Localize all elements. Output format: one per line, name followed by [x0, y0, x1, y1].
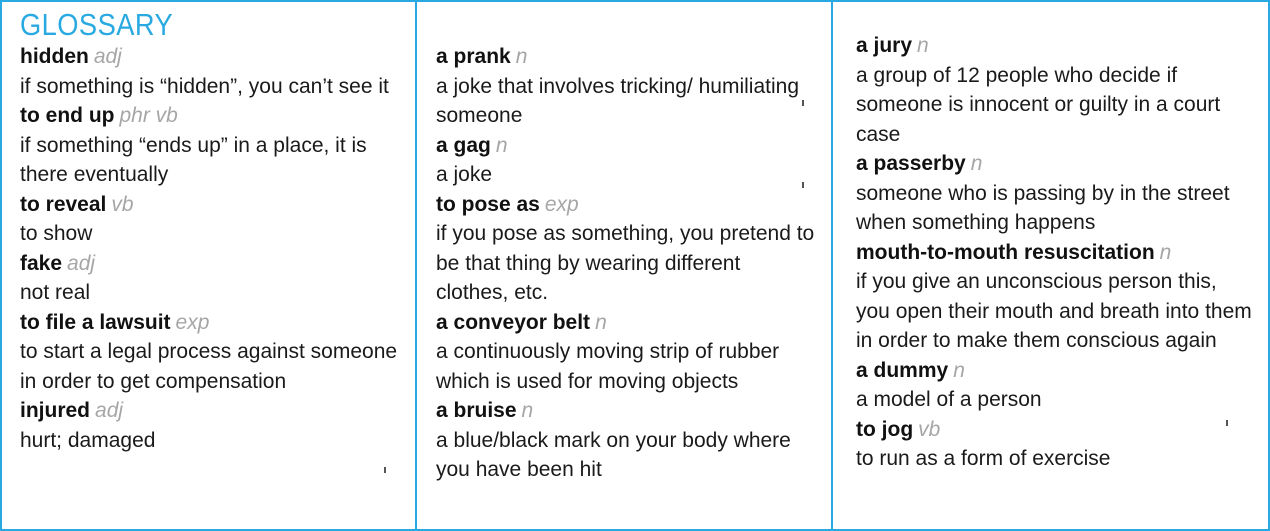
term-line: a conveyor belt n [436, 308, 816, 338]
term-line: to end up phr vb [20, 101, 405, 131]
entry-list: a jury n a group of 12 people who decide i… [856, 31, 1268, 474]
part-of-speech: vb [918, 417, 941, 441]
print-speck [802, 100, 804, 106]
glossary-term: to pose as [436, 192, 540, 216]
glossary-entry: a conveyor belt n a continuously moving st… [436, 308, 831, 397]
glossary-term: a gag [436, 133, 491, 157]
glossary-entry: a prank n a joke that involves tricking/ h… [436, 42, 831, 131]
print-speck [1226, 420, 1228, 426]
part-of-speech: n [970, 152, 983, 175]
glossary-entry: a bruise n a blue/black mark on your body … [436, 396, 831, 485]
glossary-entry: fake adj not real [20, 249, 415, 308]
glossary-definition: hurt; damaged [20, 428, 156, 452]
glossary-entry: injured adj hurt; damaged [20, 396, 415, 455]
print-speck [384, 467, 386, 473]
glossary-panel: GLOSSARY hidden adj if something is “hidde… [0, 0, 1270, 531]
term-line: a dummy n [856, 356, 1256, 386]
part-of-speech: exp [175, 310, 210, 334]
glossary-term: injured [20, 399, 91, 422]
part-of-speech: adj [67, 251, 96, 275]
term-line: a bruise n [436, 396, 816, 426]
glossary-column-1: GLOSSARY hidden adj if something is “hidde… [0, 0, 417, 531]
term-line: to pose as exp [436, 190, 816, 220]
glossary-entry: a passerby n someone who is passing by in … [856, 149, 1268, 238]
glossary-definition: if something “ends up” in a place, it is… [20, 133, 367, 187]
term-line: a passerby n [856, 149, 1256, 179]
term-line: hidden adj [20, 42, 405, 72]
glossary-definition: someone who is passing by in the street … [856, 181, 1230, 235]
glossary-entry: hidden adj if something is “hidden”, you c… [20, 42, 415, 101]
glossary-entry: a gag n a joke [436, 131, 831, 190]
glossary-definition: to show [20, 222, 93, 245]
part-of-speech: n [515, 45, 528, 68]
term-line: to file a lawsuit exp [20, 308, 405, 338]
glossary-entry: to jog vb to run as a form of exercise [856, 415, 1268, 474]
entry-list: a prank n a joke that involves tricking/ h… [436, 42, 831, 485]
glossary-term: to reveal [20, 192, 107, 216]
glossary-entry: a dummy n a model of a person [856, 356, 1268, 415]
glossary-definition: a model of a person [856, 388, 1042, 411]
glossary-term: fake [20, 251, 63, 275]
part-of-speech: n [595, 310, 607, 334]
term-line: a gag n [436, 131, 816, 161]
print-speck [802, 182, 804, 188]
part-of-speech: n [1159, 240, 1172, 264]
part-of-speech: n [917, 34, 929, 57]
glossary-definition: a continuously moving strip of rubber wh… [436, 340, 780, 393]
glossary-definition: if something is “hidden”, you can’t see … [20, 74, 389, 98]
glossary-term: to end up [20, 104, 115, 127]
term-line: fake adj [20, 249, 405, 279]
glossary-term: a conveyor belt [436, 310, 591, 334]
glossary-term: mouth-to-mouth resuscitation [856, 240, 1155, 264]
part-of-speech: adj [95, 399, 124, 422]
glossary-title: GLOSSARY [20, 7, 174, 42]
part-of-speech: exp [544, 192, 579, 216]
term-line: a prank n [436, 42, 816, 72]
term-line: mouth-to-mouth resuscitation n [856, 238, 1256, 268]
term-line: to jog vb [856, 415, 1256, 445]
part-of-speech: n [953, 358, 965, 382]
glossary-term: a prank [436, 45, 511, 68]
glossary-definition: a joke that involves tricking/ humiliati… [436, 74, 800, 128]
glossary-definition: a joke [436, 163, 493, 186]
glossary-term: hidden [20, 45, 89, 68]
glossary-column-2: a prank n a joke that involves tricking/ h… [415, 0, 833, 531]
part-of-speech: phr vb [119, 104, 178, 127]
glossary-entry: a jury n a group of 12 people who decide i… [856, 31, 1268, 149]
glossary-term: to jog [856, 417, 914, 441]
part-of-speech: vb [111, 192, 134, 216]
glossary-definition: not real [20, 281, 91, 304]
glossary-entry: to end up phr vb if something “ends up” in… [20, 101, 415, 190]
entry-list: hidden adj if something is “hidden”, you c… [20, 42, 415, 455]
glossary-column-3: a jury n a group of 12 people who decide i… [831, 0, 1270, 531]
glossary-term: to file a lawsuit [20, 310, 171, 334]
glossary-entry: mouth-to-mouth resuscitation n if you give… [856, 238, 1268, 356]
glossary-definition: if you pose as something, you pretend to… [436, 222, 815, 304]
term-line: injured adj [20, 396, 405, 426]
glossary-entry: to pose as exp if you pose as something, y… [436, 190, 831, 308]
glossary-term: a jury [856, 34, 913, 57]
part-of-speech: n [521, 399, 534, 422]
glossary-term: a passerby [856, 152, 966, 175]
glossary-term: a dummy [856, 358, 949, 382]
glossary-definition: to run as a form of exercise [856, 447, 1111, 470]
glossary-definition: a blue/black mark on your body where you… [436, 428, 791, 482]
glossary-term: a bruise [436, 399, 517, 422]
part-of-speech: adj [93, 45, 122, 68]
term-line: to reveal vb [20, 190, 405, 220]
glossary-definition: if you give an unconscious person this, … [856, 270, 1252, 352]
term-line: a jury n [856, 31, 1256, 61]
glossary-definition: a group of 12 people who decide if someo… [856, 63, 1221, 146]
glossary-definition: to start a legal process against someone… [20, 340, 398, 393]
part-of-speech: n [495, 133, 508, 157]
glossary-entry: to file a lawsuit exp to start a legal pro… [20, 308, 415, 397]
glossary-entry: to reveal vb to show [20, 190, 415, 249]
